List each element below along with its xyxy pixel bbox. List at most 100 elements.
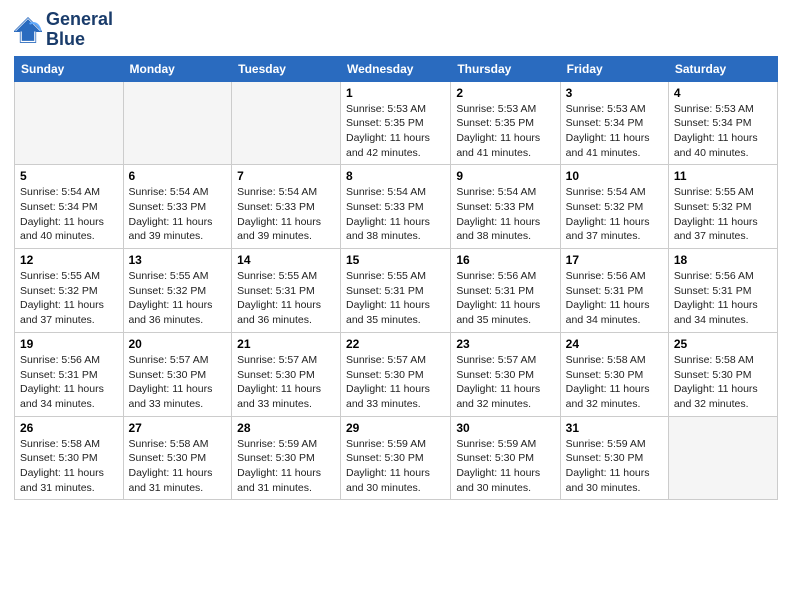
calendar-cell: 5Sunrise: 5:54 AM Sunset: 5:34 PM Daylig… [15,165,124,249]
calendar-cell: 22 Sunrise: 5:57 AM Sunset: 5:30 PM Dayli… [341,332,451,416]
day-info: Sunrise: 5:58 AM Sunset: 5:30 PM Dayligh… [20,437,118,496]
day-info: Sunrise: 5:54 AM Sunset: 5:32 PM Dayligh… [566,185,663,244]
calendar-week-row: 26 Sunrise: 5:58 AM Sunset: 5:30 PM Dayli… [15,416,778,500]
calendar-cell: 7Sunrise: 5:54 AM Sunset: 5:33 PM Daylig… [232,165,341,249]
weekday-header-wednesday: Wednesday [341,56,451,81]
day-number: 29 [346,421,445,435]
day-number: 24 [566,337,663,351]
day-number: 2 [456,86,554,100]
day-number: 15 [346,253,445,267]
day-info: Sunrise: 5:59 AM Sunset: 5:30 PM Dayligh… [346,437,445,496]
day-number: 17 [566,253,663,267]
calendar-cell: 9 Sunrise: 5:54 AM Sunset: 5:33 PM Daylig… [451,165,560,249]
day-info: Sunrise: 5:58 AM Sunset: 5:30 PM Dayligh… [674,353,772,412]
calendar-cell: 27 Sunrise: 5:58 AM Sunset: 5:30 PM Dayli… [123,416,232,500]
calendar-cell: 28Sunrise: 5:59 AM Sunset: 5:30 PM Dayli… [232,416,341,500]
day-number: 11 [674,169,772,183]
calendar-cell: 25 Sunrise: 5:58 AM Sunset: 5:30 PM Dayli… [668,332,777,416]
day-number: 12 [20,253,118,267]
calendar-cell [668,416,777,500]
calendar-cell: 24Sunrise: 5:58 AM Sunset: 5:30 PM Dayli… [560,332,668,416]
day-number: 9 [456,169,554,183]
day-info: Sunrise: 5:55 AM Sunset: 5:32 PM Dayligh… [674,185,772,244]
calendar-week-row: 19 Sunrise: 5:56 AM Sunset: 5:31 PM Dayli… [15,332,778,416]
calendar-cell: 3Sunrise: 5:53 AM Sunset: 5:34 PM Daylig… [560,81,668,165]
day-info: Sunrise: 5:57 AM Sunset: 5:30 PM Dayligh… [129,353,227,412]
day-number: 19 [20,337,118,351]
calendar-table: SundayMondayTuesdayWednesdayThursdayFrid… [14,56,778,501]
weekday-header-tuesday: Tuesday [232,56,341,81]
calendar-header-row: SundayMondayTuesdayWednesdayThursdayFrid… [15,56,778,81]
day-info: Sunrise: 5:53 AM Sunset: 5:35 PM Dayligh… [346,102,445,161]
weekday-header-thursday: Thursday [451,56,560,81]
day-info: Sunrise: 5:57 AM Sunset: 5:30 PM Dayligh… [237,353,335,412]
calendar-cell: 10 Sunrise: 5:54 AM Sunset: 5:32 PM Dayli… [560,165,668,249]
day-number: 23 [456,337,554,351]
calendar-cell: 31Sunrise: 5:59 AM Sunset: 5:30 PM Dayli… [560,416,668,500]
day-number: 20 [129,337,227,351]
calendar-cell: 15 Sunrise: 5:55 AM Sunset: 5:31 PM Dayli… [341,249,451,333]
day-info: Sunrise: 5:56 AM Sunset: 5:31 PM Dayligh… [674,269,772,328]
day-info: Sunrise: 5:59 AM Sunset: 5:30 PM Dayligh… [456,437,554,496]
calendar-week-row: 5Sunrise: 5:54 AM Sunset: 5:34 PM Daylig… [15,165,778,249]
logo-text: General Blue [46,10,113,50]
day-info: Sunrise: 5:53 AM Sunset: 5:35 PM Dayligh… [456,102,554,161]
header: General Blue [14,10,778,50]
day-info: Sunrise: 5:58 AM Sunset: 5:30 PM Dayligh… [129,437,227,496]
day-info: Sunrise: 5:54 AM Sunset: 5:33 PM Dayligh… [346,185,445,244]
day-number: 27 [129,421,227,435]
calendar-cell: 18Sunrise: 5:56 AM Sunset: 5:31 PM Dayli… [668,249,777,333]
calendar-cell: 14Sunrise: 5:55 AM Sunset: 5:31 PM Dayli… [232,249,341,333]
day-number: 7 [237,169,335,183]
calendar-cell: 30 Sunrise: 5:59 AM Sunset: 5:30 PM Dayli… [451,416,560,500]
calendar-cell: 23 Sunrise: 5:57 AM Sunset: 5:30 PM Dayli… [451,332,560,416]
day-number: 10 [566,169,663,183]
calendar-cell: 6 Sunrise: 5:54 AM Sunset: 5:33 PM Daylig… [123,165,232,249]
day-info: Sunrise: 5:59 AM Sunset: 5:30 PM Dayligh… [237,437,335,496]
day-info: Sunrise: 5:54 AM Sunset: 5:34 PM Dayligh… [20,185,118,244]
calendar-cell: 17 Sunrise: 5:56 AM Sunset: 5:31 PM Dayli… [560,249,668,333]
calendar-cell: 8 Sunrise: 5:54 AM Sunset: 5:33 PM Daylig… [341,165,451,249]
day-info: Sunrise: 5:56 AM Sunset: 5:31 PM Dayligh… [566,269,663,328]
calendar-cell [123,81,232,165]
day-number: 3 [566,86,663,100]
day-info: Sunrise: 5:53 AM Sunset: 5:34 PM Dayligh… [674,102,772,161]
day-info: Sunrise: 5:56 AM Sunset: 5:31 PM Dayligh… [456,269,554,328]
weekday-header-sunday: Sunday [15,56,124,81]
day-info: Sunrise: 5:54 AM Sunset: 5:33 PM Dayligh… [129,185,227,244]
calendar-cell: 4Sunrise: 5:53 AM Sunset: 5:34 PM Daylig… [668,81,777,165]
day-number: 21 [237,337,335,351]
day-number: 13 [129,253,227,267]
day-number: 31 [566,421,663,435]
day-number: 6 [129,169,227,183]
calendar-cell: 16 Sunrise: 5:56 AM Sunset: 5:31 PM Dayli… [451,249,560,333]
calendar-cell: 20 Sunrise: 5:57 AM Sunset: 5:30 PM Dayli… [123,332,232,416]
calendar-cell: 19 Sunrise: 5:56 AM Sunset: 5:31 PM Dayli… [15,332,124,416]
day-number: 8 [346,169,445,183]
day-info: Sunrise: 5:55 AM Sunset: 5:32 PM Dayligh… [20,269,118,328]
day-info: Sunrise: 5:54 AM Sunset: 5:33 PM Dayligh… [456,185,554,244]
day-number: 25 [674,337,772,351]
calendar-cell: 29 Sunrise: 5:59 AM Sunset: 5:30 PM Dayli… [341,416,451,500]
weekday-header-saturday: Saturday [668,56,777,81]
day-info: Sunrise: 5:55 AM Sunset: 5:31 PM Dayligh… [237,269,335,328]
day-number: 16 [456,253,554,267]
calendar-week-row: 12 Sunrise: 5:55 AM Sunset: 5:32 PM Dayli… [15,249,778,333]
day-number: 22 [346,337,445,351]
calendar-cell [15,81,124,165]
weekday-header-monday: Monday [123,56,232,81]
logo: General Blue [14,10,113,50]
day-info: Sunrise: 5:55 AM Sunset: 5:32 PM Dayligh… [129,269,227,328]
day-info: Sunrise: 5:57 AM Sunset: 5:30 PM Dayligh… [346,353,445,412]
day-number: 26 [20,421,118,435]
day-info: Sunrise: 5:55 AM Sunset: 5:31 PM Dayligh… [346,269,445,328]
day-info: Sunrise: 5:56 AM Sunset: 5:31 PM Dayligh… [20,353,118,412]
calendar-cell: 26 Sunrise: 5:58 AM Sunset: 5:30 PM Dayli… [15,416,124,500]
day-info: Sunrise: 5:57 AM Sunset: 5:30 PM Dayligh… [456,353,554,412]
calendar-cell [232,81,341,165]
day-number: 30 [456,421,554,435]
calendar-cell: 2 Sunrise: 5:53 AM Sunset: 5:35 PM Daylig… [451,81,560,165]
calendar-cell: 1Sunrise: 5:53 AM Sunset: 5:35 PM Daylig… [341,81,451,165]
logo-icon [14,16,42,44]
calendar-week-row: 1Sunrise: 5:53 AM Sunset: 5:35 PM Daylig… [15,81,778,165]
